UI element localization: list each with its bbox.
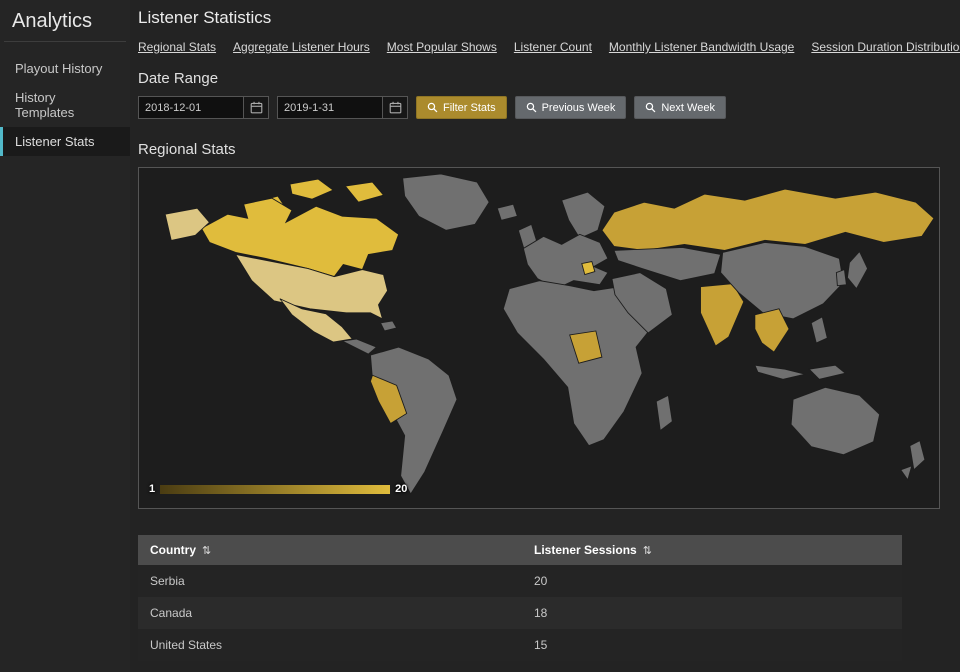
map-region-south-america[interactable] [369,346,458,495]
link-most-popular-shows[interactable]: Most Popular Shows [387,40,497,54]
map-country-canada-islands[interactable] [289,178,335,200]
map-country-indonesia[interactable] [808,364,847,380]
end-date-input[interactable] [278,97,382,118]
cell-country: Canada [150,606,193,620]
link-listener-count[interactable]: Listener Count [514,40,592,54]
map-country-new-zealand[interactable] [900,465,913,481]
column-header-country[interactable]: Country ⇅ [138,535,522,565]
map-legend: 1 20 [149,483,407,495]
date-controls: Filter Stats Previous Week Next Week [138,96,940,119]
table-row: Serbia 20 [138,565,902,597]
map-country-alaska[interactable] [164,207,211,241]
main-content: Listener Statistics Regional Stats Aggre… [130,0,960,672]
map-country-japan[interactable] [846,250,869,290]
listener-sessions-table: Country ⇅ Listener Sessions ⇅ Serbia 20 Ca… [138,535,902,661]
sort-icon[interactable]: ⇅ [202,545,211,557]
page-title: Listener Statistics [138,8,272,27]
table-row: United States 15 [138,629,902,661]
map-country-canada[interactable] [200,197,400,278]
sidebar-divider [4,41,126,42]
calendar-icon [389,101,401,114]
link-aggregate-listener-hours[interactable]: Aggregate Listener Hours [233,40,370,54]
next-week-button[interactable]: Next Week [634,96,726,119]
calendar-icon [250,101,262,114]
map-region-europe[interactable] [522,233,609,290]
legend-gradient-bar [160,484,391,494]
previous-week-button[interactable]: Previous Week [514,96,627,119]
sidebar-item-listener-stats[interactable]: Listener Stats [0,127,130,156]
cell-sessions: 18 [534,606,548,620]
sidebar-item-playout-history[interactable]: Playout History [0,54,130,83]
map-region-caribbean[interactable] [379,320,398,332]
column-header-listener-sessions[interactable]: Listener Sessions ⇅ [522,535,902,565]
search-icon [526,102,536,113]
link-regional-stats[interactable]: Regional Stats [138,40,216,54]
map-country-indonesia[interactable] [754,364,806,380]
cell-country: United States [150,638,223,652]
map-country-india[interactable] [700,283,745,347]
search-icon [646,102,656,113]
legend-min-label: 1 [149,483,156,495]
map-country-greenland[interactable] [402,173,490,231]
stat-links: Regional Stats Aggregate Listener Hours … [138,40,960,54]
legend-max-label: 20 [395,483,408,495]
map-region-central-america[interactable] [340,338,378,355]
cell-country: Serbia [150,574,185,588]
link-session-duration[interactable]: Session Duration Distribution [811,40,960,54]
date-range-heading: Date Range [138,70,219,87]
regional-stats-map: 1 20 [138,167,940,509]
end-date-calendar-button[interactable] [382,97,407,118]
world-map [164,173,935,495]
sidebar-nav: Playout History History Templates Listen… [0,54,130,156]
map-country-australia[interactable] [790,386,881,456]
map-country-russia[interactable] [601,188,935,251]
link-monthly-listener-bandwidth[interactable]: Monthly Listener Bandwidth Usage [609,40,794,54]
cell-sessions: 15 [534,638,548,652]
cell-sessions: 20 [534,574,548,588]
filter-stats-label: Filter Stats [443,101,496,114]
table-row: Canada 18 [138,597,902,629]
sidebar-item-history-templates[interactable]: History Templates [0,83,130,127]
sidebar: Analytics Playout History History Templa… [0,0,130,672]
map-country-madagascar[interactable] [655,394,673,432]
start-date-calendar-button[interactable] [243,97,268,118]
sort-icon[interactable]: ⇅ [643,545,652,557]
map-country-iceland[interactable] [496,203,518,221]
sidebar-title: Analytics [12,10,93,32]
end-date-group [277,96,408,119]
next-week-label: Next Week [661,101,715,114]
start-date-group [138,96,269,119]
map-country-korea[interactable] [835,268,847,287]
start-date-input[interactable] [139,97,243,118]
table-header-row: Country ⇅ Listener Sessions ⇅ [138,535,902,565]
previous-week-label: Previous Week [541,101,616,114]
search-icon [427,102,438,113]
map-country-philippines[interactable] [810,316,828,344]
regional-stats-heading: Regional Stats [138,141,236,158]
filter-stats-button[interactable]: Filter Stats [416,96,507,119]
map-country-canada-islands[interactable] [344,181,385,203]
map-region-scandinavia[interactable] [561,191,606,239]
